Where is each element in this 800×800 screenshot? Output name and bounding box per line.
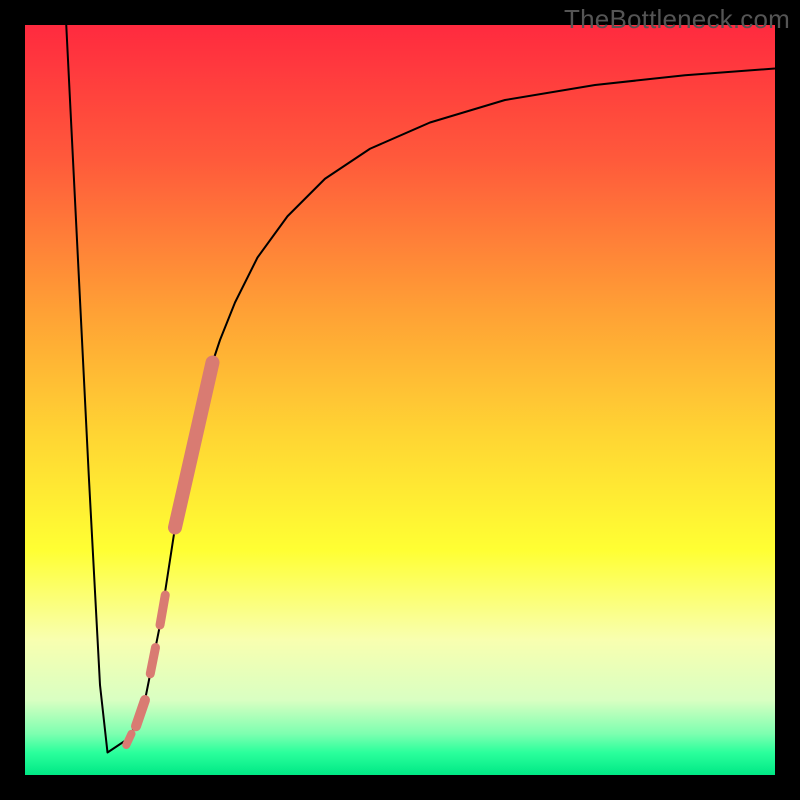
highlight-segment	[126, 734, 131, 745]
chart-container: TheBottleneck.com	[0, 0, 800, 800]
chart-gradient-background	[25, 25, 775, 775]
highlight-segment	[160, 595, 165, 625]
highlight-segment	[150, 648, 155, 674]
watermark-text: TheBottleneck.com	[564, 4, 790, 35]
bottleneck-chart	[0, 0, 800, 800]
